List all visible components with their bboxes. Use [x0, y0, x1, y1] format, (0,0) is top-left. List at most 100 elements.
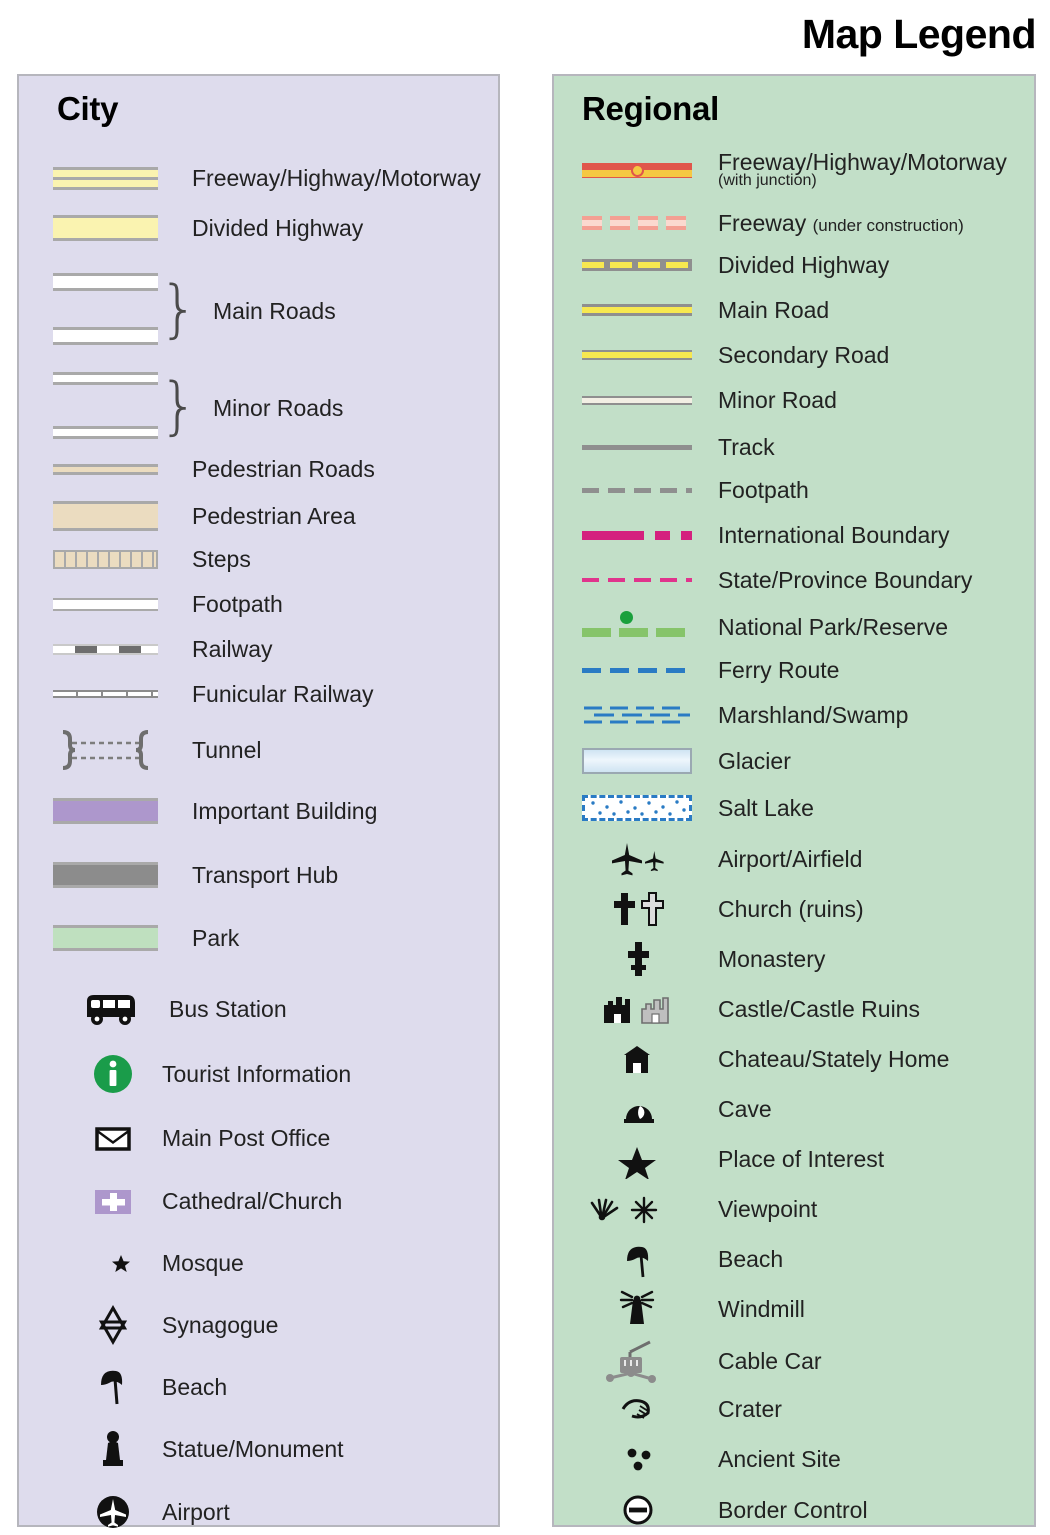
- legend-row-city-park: Park: [19, 921, 498, 955]
- footpath-dashed-line-symbol: [582, 487, 692, 493]
- railway-dashed-symbol: [53, 643, 158, 655]
- legend-label: Cave: [718, 1095, 772, 1122]
- legend-row-regional-secondary-road: Secondary Road: [554, 339, 1034, 371]
- legend-label: Pedestrian Area: [192, 502, 356, 529]
- legend-row-regional-airport: Airport/Airfield: [554, 838, 1034, 880]
- legend-label: Castle/Castle Ruins: [718, 995, 920, 1022]
- legend-label: Important Building: [192, 797, 378, 824]
- legend-row-city-tourist-information: Tourist Information: [19, 1051, 498, 1097]
- legend-row-regional-freeway: Freeway/Highway/Motorway (with junction): [554, 148, 1034, 192]
- border-control-icon: [582, 1490, 692, 1530]
- legend-row-city-pedestrian-roads: Pedestrian Roads: [19, 454, 498, 484]
- legend-row-city-airport: Airport: [19, 1489, 498, 1535]
- legend-label: Viewpoint: [718, 1195, 818, 1222]
- glacier-swatch: [582, 748, 692, 774]
- important-building-swatch: [53, 798, 158, 824]
- legend-label: Footpath: [718, 476, 809, 503]
- legend-label: Pedestrian Roads: [192, 455, 375, 482]
- track-line-symbol: [582, 444, 692, 450]
- airplane-pair-icon: [582, 839, 692, 879]
- legend-row-regional-crater: Crater: [554, 1388, 1034, 1430]
- tunnel-svg: [62, 730, 149, 770]
- legend-label: National Park/Reserve: [718, 613, 949, 640]
- legend-label: Statue/Monument: [162, 1435, 344, 1462]
- envelope-icon: [91, 1121, 137, 1155]
- statue-icon: [91, 1428, 137, 1470]
- legend-row-city-tunnel: Tunnel: [19, 726, 498, 774]
- crater-icon: [582, 1389, 692, 1429]
- legend-label: Main Road: [718, 296, 830, 323]
- park-swatch: [53, 925, 158, 951]
- legend-label: Ferry Route: [718, 656, 840, 683]
- cable-car-icon: [582, 1338, 692, 1384]
- legend-label: Freeway/Highway/Motorway: [192, 164, 481, 191]
- legend-row-city-synagogue: Synagogue: [19, 1303, 498, 1347]
- legend-row-regional-international-boundary: International Boundary: [554, 520, 1034, 550]
- legend-label: Beach: [718, 1245, 784, 1272]
- freeway-construction-line-symbol: [582, 216, 692, 230]
- legend-row-city-mosque: Mosque: [19, 1241, 498, 1285]
- legend-label: Place of Interest: [718, 1145, 885, 1172]
- legend-label: Crater: [718, 1395, 782, 1422]
- star-of-david-icon: [91, 1305, 137, 1345]
- legend-label: Airport: [162, 1498, 230, 1525]
- legend-row-regional-track: Track: [554, 433, 1034, 461]
- legend-row-regional-church-ruins: Church (ruins): [554, 888, 1034, 930]
- main-roads-bracket-symbol: }: [53, 267, 198, 355]
- pedestrian-road-bar-symbol: [53, 463, 158, 475]
- viewpoint-pair-icon: [582, 1189, 692, 1229]
- divided-highway-bar-symbol: [53, 215, 158, 241]
- crescent-star-icon: [91, 1243, 137, 1283]
- legend-label: Minor Road: [718, 386, 837, 413]
- legend-label: Tunnel: [192, 736, 262, 763]
- legend-label: Tourist Information: [162, 1060, 352, 1087]
- legend-row-regional-viewpoint: Viewpoint: [554, 1188, 1034, 1230]
- legend-row-city-footpath: Footpath: [19, 589, 498, 619]
- legend-label: Minor Roads: [213, 394, 344, 421]
- legend-row-regional-monastery: Monastery: [554, 938, 1034, 980]
- legend-label: Freeway: [718, 209, 807, 236]
- legend-label: Glacier: [718, 747, 791, 774]
- legend-row-regional-salt-lake: Salt Lake: [554, 791, 1034, 825]
- secondary-road-line-symbol: [582, 350, 692, 360]
- legend-row-regional-cable-car: Cable Car: [554, 1338, 1034, 1384]
- state-boundary-line-symbol: [582, 578, 692, 582]
- legend-label: Monastery: [718, 945, 826, 972]
- legend-row-regional-glacier: Glacier: [554, 744, 1034, 778]
- beach-umbrella-icon: [91, 1366, 137, 1408]
- legend-label: Funicular Railway: [192, 680, 374, 707]
- legend-row-city-bus-station: Bus Station: [19, 988, 498, 1030]
- legend-label-group: Freeway (under construction): [718, 211, 964, 235]
- cross-on-purple-icon: [91, 1184, 137, 1218]
- legend-row-city-post-office: Main Post Office: [19, 1116, 498, 1160]
- legend-row-regional-beach: Beach: [554, 1238, 1034, 1280]
- legend-row-city-important-building: Important Building: [19, 794, 498, 828]
- legend-row-city-divided-highway: Divided Highway: [19, 211, 498, 245]
- legend-label: Freeway/Highway/Motorway: [718, 149, 1007, 176]
- main-road-line-symbol: [582, 304, 692, 316]
- legend-row-city-funicular: Funicular Railway: [19, 679, 498, 709]
- legend-label: Steps: [192, 545, 251, 572]
- freeway-double-bar-symbol: [53, 166, 158, 190]
- legend-row-regional-border-control: Border Control: [554, 1488, 1034, 1532]
- legend-row-city-steps: Steps: [19, 544, 498, 574]
- legend-row-regional-marshland: Marshland/Swamp: [554, 698, 1034, 732]
- city-legend-panel: City Freeway/Highway/Motorway Divided Hi…: [17, 74, 500, 1528]
- beach-umbrella-icon: [582, 1239, 692, 1279]
- legend-label: Church (ruins): [718, 895, 864, 922]
- legend-row-regional-freeway-construction: Freeway (under construction): [554, 206, 1034, 240]
- legend-label: Mosque: [162, 1249, 244, 1276]
- legend-label: Beach: [162, 1373, 228, 1400]
- legend-label: Chateau/Stately Home: [718, 1045, 950, 1072]
- minor-roads-bracket-symbol: }: [53, 364, 198, 452]
- legend-row-city-minor-roads: } Minor Roads: [19, 364, 498, 452]
- international-boundary-line-symbol: [582, 530, 692, 540]
- legend-row-regional-cave: Cave: [554, 1088, 1034, 1130]
- windmill-icon: [582, 1288, 692, 1330]
- legend-label: Cathedral/Church: [162, 1187, 343, 1214]
- transport-hub-swatch: [53, 862, 158, 888]
- legend-row-city-beach: Beach: [19, 1365, 498, 1409]
- legend-row-regional-chateau: Chateau/Stately Home: [554, 1038, 1034, 1080]
- legend-label: Secondary Road: [718, 341, 890, 368]
- legend-label: Cable Car: [718, 1347, 822, 1374]
